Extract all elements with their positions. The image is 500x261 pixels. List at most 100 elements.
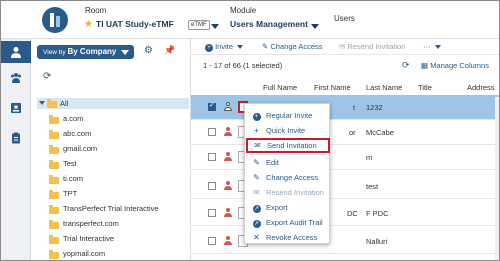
pencil-icon: ✎ (253, 158, 260, 167)
tree-item-label[interactable]: Trial Interactive (63, 234, 114, 243)
menu-item-edit[interactable]: ✎ Edit (245, 155, 331, 170)
pencil-icon: ✎ (262, 42, 269, 51)
pin-icon[interactable]: 📌 (164, 45, 175, 56)
record-count: 1 - 17 of 66 (1 selected) (203, 61, 283, 70)
menu-item-revoke-access[interactable]: ✕ Revoke Access (245, 230, 331, 245)
app-frame: Room ★ TI UAT Study-eTMF eTMF Module Use… (0, 0, 500, 261)
table-row[interactable]: or McCabe (191, 120, 499, 145)
plus-icon: + (254, 126, 259, 135)
table-row[interactable]: test (191, 174, 499, 199)
table-row[interactable]: DC F PDC (191, 201, 499, 226)
column-header-first-name[interactable]: First Name (314, 83, 351, 92)
menu-item-label: Change Access (266, 173, 319, 182)
column-header-address[interactable]: Address (467, 83, 495, 92)
table-row[interactable]: Nalluri (191, 229, 499, 254)
refresh-icon[interactable]: ⟳ (402, 60, 410, 71)
folder-icon (49, 220, 59, 229)
pencil-icon: ✎ (253, 173, 260, 182)
app-logo[interactable] (42, 7, 68, 33)
plus-circle-icon: + (252, 113, 261, 121)
last-name-cell: McCabe (366, 128, 394, 137)
tree-item-label[interactable]: transperfect.com (63, 219, 119, 228)
invite-button[interactable]: + Invite (205, 42, 244, 52)
menu-item-change-access[interactable]: ✎ Change Access (245, 170, 331, 185)
envelope-icon: ✉ (339, 42, 346, 51)
menu-item-label: Export Audit Trail (266, 218, 323, 227)
view-by-dropdown[interactable]: View by By Company (37, 45, 134, 59)
users-grid-area: + Invite ✎ Change Access ✉ Resend Invita… (191, 39, 499, 260)
tree-item-all[interactable]: All (37, 98, 189, 109)
column-header-last-name[interactable]: Last Name (366, 83, 402, 92)
row-checkbox[interactable] (208, 101, 216, 111)
first-name-cell: t (353, 103, 356, 112)
last-name-cell: F PDC (366, 209, 389, 218)
resend-invitation-button[interactable]: ✉ Resend Invitation (339, 42, 405, 51)
contact-card-icon (11, 103, 21, 113)
row-checkbox[interactable] (208, 153, 216, 161)
table-row[interactable]: t 1232 (191, 95, 499, 120)
module-selector[interactable]: Users Management (230, 19, 308, 29)
menu-item-send-invitation[interactable]: ✉ Send Invitation (246, 138, 330, 153)
vertical-scrollbar[interactable] (495, 97, 499, 260)
change-access-button[interactable]: ✎ Change Access (262, 42, 323, 51)
chevron-down-icon (121, 49, 130, 55)
menu-item-label: Resend Invitation (266, 188, 324, 197)
tree-item-label[interactable]: yopmail.com (63, 249, 105, 258)
first-name-cell: or (349, 128, 356, 137)
menu-item-label: Quick Invite (266, 126, 306, 135)
room-label: Room (85, 6, 107, 15)
room-type-badge: eTMF (188, 20, 210, 30)
gear-icon[interactable]: ⚙ (144, 45, 153, 56)
resend-invitation-label: Resend Invitation (347, 42, 406, 51)
menu-item-label: Send Invitation (267, 141, 317, 150)
column-header-title[interactable]: Title (418, 83, 432, 92)
menu-item-export-audit-trail[interactable]: ↗ Export Audit Trail (245, 215, 331, 230)
menu-item-export[interactable]: ↗ Export (245, 200, 331, 215)
export-icon: ↗ (252, 205, 261, 213)
collapse-triangle-icon[interactable] (39, 101, 45, 105)
tree-item-label[interactable]: Test (63, 159, 77, 168)
folder-icon (49, 235, 59, 244)
tree-item-label[interactable]: TPT (63, 189, 77, 198)
favorite-star-icon[interactable]: ★ (84, 19, 93, 30)
menu-item-regular-invite[interactable]: + Regular Invite (245, 108, 331, 123)
row-checkbox[interactable] (208, 128, 216, 136)
menu-item-resend-invitation[interactable]: ✉ Resend Invitation (245, 185, 331, 200)
column-header-full-name[interactable]: Full Name (263, 83, 297, 92)
users-group-icon (11, 73, 21, 83)
top-header: Room ★ TI UAT Study-eTMF eTMF Module Use… (1, 1, 499, 39)
view-by-value: By Company (67, 47, 117, 56)
envelope-icon: ✉ (254, 141, 261, 150)
row-checkbox[interactable] (208, 182, 216, 190)
tree-item-label[interactable]: a.com (63, 114, 83, 123)
page-title: Users (334, 14, 355, 23)
folder-icon (49, 160, 59, 169)
more-label: ··· (423, 42, 431, 51)
nav-clipboard-icon[interactable] (1, 127, 31, 149)
row-checkbox[interactable] (208, 209, 216, 217)
tree-item-label[interactable]: gmail.com (63, 144, 97, 153)
module-chevron-down-icon[interactable] (311, 22, 319, 31)
table-row[interactable]: m (191, 145, 499, 170)
menu-item-quick-invite[interactable]: + Quick Invite (245, 123, 331, 138)
nav-user-icon[interactable] (1, 41, 31, 63)
room-chevron-down-icon[interactable] (211, 22, 219, 31)
refresh-icon[interactable]: ⟳ (43, 71, 51, 82)
tree-item-label: All (60, 99, 69, 108)
tree-item-label[interactable]: TransPerfect Trial Interactive (63, 204, 159, 213)
manage-columns-button[interactable]: ▦ Manage Columns (421, 61, 489, 70)
export-icon: ↗ (252, 220, 261, 228)
plus-circle-icon: + (205, 44, 213, 52)
nav-contacts-icon[interactable] (1, 97, 31, 119)
change-access-label: Change Access (270, 42, 323, 51)
nav-groups-icon[interactable] (1, 67, 31, 89)
tree-item-label[interactable]: ti.com (63, 174, 83, 183)
room-selector[interactable]: TI UAT Study-eTMF (96, 19, 174, 29)
row-checkbox[interactable] (208, 237, 216, 245)
folder-icon (49, 190, 59, 199)
tree-item-label[interactable]: abc.com (63, 129, 91, 138)
last-name-cell: 1232 (366, 103, 383, 112)
more-actions-button[interactable]: ··· (423, 42, 441, 51)
user-status-icon (224, 102, 232, 112)
folder-icon (47, 99, 57, 108)
